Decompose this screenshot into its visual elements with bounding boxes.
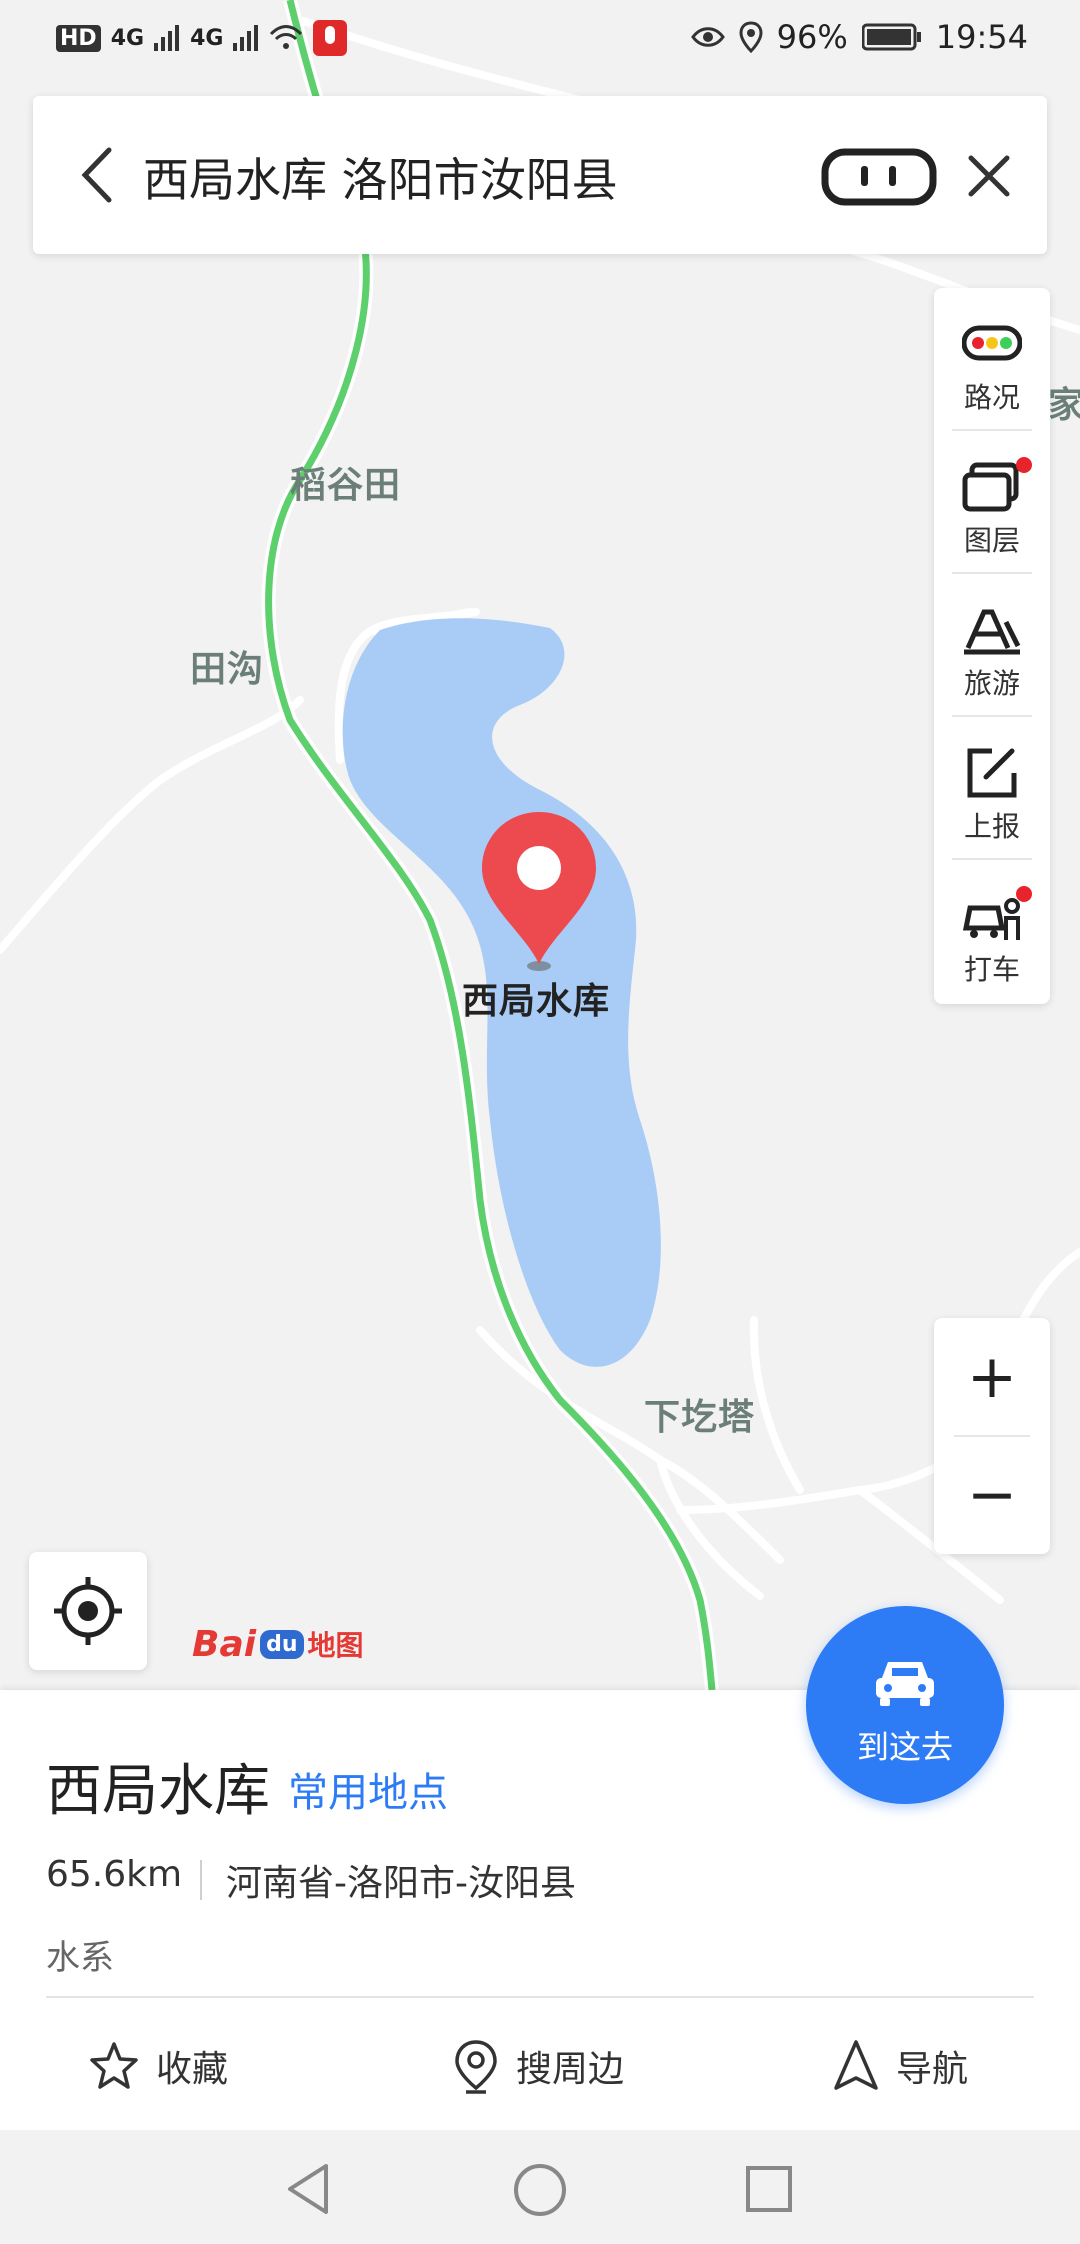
zoom-control: + − — [934, 1318, 1050, 1554]
tool-label: 打车 — [963, 953, 1020, 986]
search-nearby-button[interactable]: 搜周边 — [452, 2036, 624, 2096]
go-here-label: 到这去 — [856, 1728, 953, 1766]
tool-travel[interactable]: 旅游 — [934, 574, 1050, 717]
battery-icon — [861, 23, 921, 51]
system-nav-bar — [0, 2130, 1080, 2244]
notification-dot — [1016, 886, 1032, 902]
tool-layers[interactable]: 图层 — [934, 431, 1050, 574]
baidu-map-logo: Bai du 地图 — [192, 1623, 364, 1665]
nav-home-icon[interactable] — [512, 2162, 568, 2218]
poi-address: 河南省-洛阳市-汝阳县 — [226, 1863, 576, 1904]
tool-report[interactable]: 上报 — [934, 717, 1050, 860]
signal-bars-icon — [233, 25, 259, 51]
nav-recents-icon[interactable] — [744, 2164, 794, 2214]
place-label: 田沟 — [190, 649, 265, 690]
tool-label: 旅游 — [963, 667, 1020, 700]
locate-button[interactable] — [29, 1552, 147, 1670]
place-label: 稻谷田 — [290, 465, 402, 506]
tool-label: 路况 — [963, 381, 1020, 414]
clock: 19:54 — [935, 18, 1028, 56]
tool-taxi[interactable]: 打车 — [934, 860, 1050, 1003]
go-here-button[interactable]: 到这去 — [806, 1606, 1004, 1804]
travel-icon — [964, 609, 1021, 655]
search-bar[interactable]: 西局水库 洛阳市汝阳县 — [33, 96, 1047, 254]
poi-distance: 65.6km — [46, 1854, 183, 1895]
hd-badge: HD — [56, 24, 101, 52]
signal-4g-icon: 4G — [190, 25, 224, 51]
close-icon[interactable] — [957, 144, 1021, 208]
car-icon — [876, 1662, 934, 1706]
pin-search-icon — [455, 2040, 497, 2094]
zoom-out-button[interactable]: − — [934, 1436, 1050, 1554]
layers-icon — [962, 462, 1019, 512]
navigate-button[interactable]: 导航 — [832, 2036, 968, 2096]
signal-bars-icon — [154, 25, 180, 51]
star-icon — [90, 2042, 138, 2089]
taxi-icon — [962, 898, 1020, 940]
notification-dot — [1016, 457, 1032, 473]
signal-4g-icon: 4G — [110, 25, 145, 51]
location-icon — [739, 21, 763, 53]
nav-back-icon[interactable] — [284, 2162, 334, 2216]
microphone-icon — [313, 20, 348, 56]
traffic-icon — [962, 325, 1022, 361]
poi-tag[interactable]: 常用地点 — [288, 1760, 448, 1818]
search-query[interactable]: 西局水库 洛阳市汝阳县 — [143, 144, 618, 210]
location-marker-icon[interactable] — [478, 808, 600, 976]
favorite-button[interactable]: 收藏 — [88, 2036, 228, 2096]
tool-traffic[interactable]: 路况 — [934, 288, 1050, 431]
marker-label: 西局水库 — [462, 981, 611, 1022]
map-tools-panel: 路况 图层 旅游 上报 打车 — [934, 288, 1050, 1004]
navigate-icon — [834, 2040, 878, 2090]
report-icon — [967, 748, 1017, 798]
voice-assistant-icon[interactable] — [821, 148, 937, 206]
battery-percent: 96% — [776, 18, 848, 56]
tool-label: 图层 — [963, 524, 1020, 557]
place-label: 下圪塔 — [644, 1397, 756, 1438]
status-bar: HD 4G 4G 96% 19:54 — [0, 0, 1080, 80]
eye-icon — [690, 27, 725, 47]
back-arrow-icon[interactable] — [69, 140, 129, 210]
wifi-icon — [270, 25, 303, 49]
place-label: 家 — [1048, 385, 1080, 426]
poi-category: 水系 — [46, 1938, 114, 1978]
poi-name: 西局水库 — [46, 1759, 270, 1824]
tool-label: 上报 — [963, 810, 1020, 843]
zoom-in-button[interactable]: + — [934, 1318, 1050, 1436]
crosshair-icon — [54, 1577, 122, 1645]
